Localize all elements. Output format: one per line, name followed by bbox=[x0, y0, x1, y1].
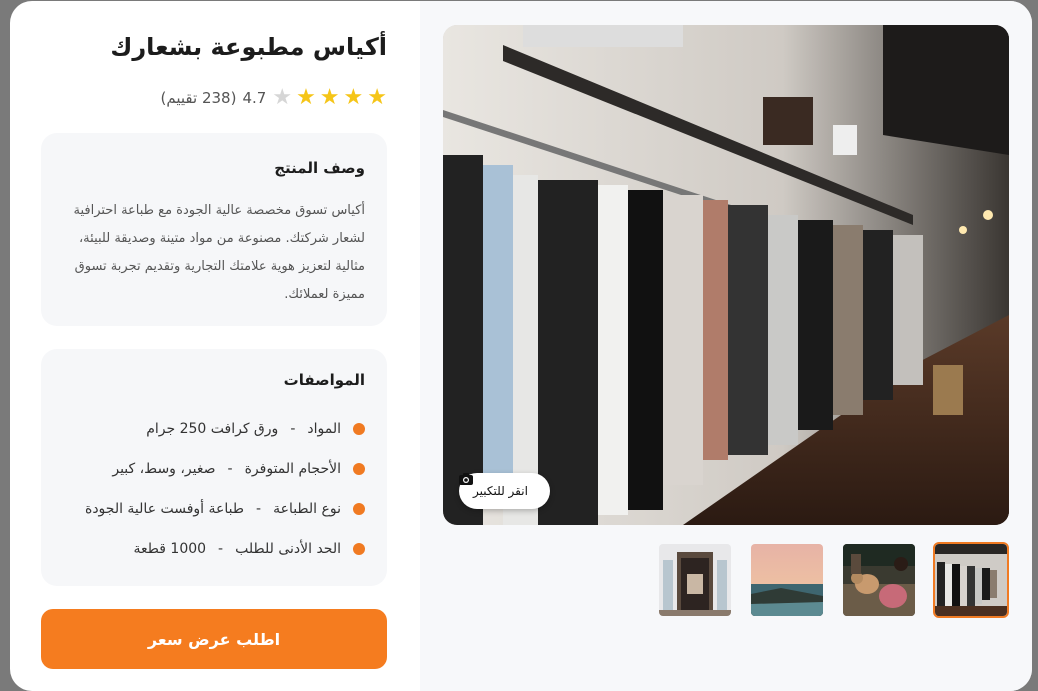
zoom-button[interactable]: انقر للتكبير bbox=[459, 473, 550, 509]
rating-value: 4.7 bbox=[242, 89, 267, 107]
star-icon: ★ bbox=[319, 85, 340, 110]
thumbnail-people-with-dog[interactable] bbox=[841, 542, 917, 618]
description-text: أكياس تسوق مخصصة عالية الجودة مع طباعة ا… bbox=[73, 203, 365, 302]
product-gallery: انقر للتكبير bbox=[420, 1, 1032, 691]
thumbnail-sunset-coast[interactable] bbox=[749, 542, 825, 618]
bullet-dot-icon bbox=[353, 543, 365, 555]
thumbnail-clothing-rack[interactable] bbox=[933, 542, 1009, 618]
star-empty-icon: ★ bbox=[272, 85, 293, 110]
spec-item: الحد الأدنى للطلب - 1000 قطعة bbox=[63, 529, 365, 569]
spec-item: المواد - ورق كرافت 250 جرام bbox=[63, 409, 365, 449]
product-title: أكياس مطبوعة بشعارك bbox=[110, 33, 387, 61]
spec-label: نوع الطباعة bbox=[273, 501, 341, 517]
description-card: وصف المنتج أكياس تسوق مخصصة عالية الجودة… bbox=[41, 133, 387, 326]
specs-heading: المواصفات bbox=[283, 371, 365, 389]
bullet-dot-icon bbox=[353, 503, 365, 515]
star-icon: ★ bbox=[343, 85, 364, 110]
bullet-dot-icon bbox=[353, 463, 365, 475]
spec-value: ورق كرافت 250 جرام bbox=[146, 421, 279, 437]
rating-stars: ★ ★ ★ ★ ★ bbox=[272, 87, 387, 109]
spec-value: طباعة أوفست عالية الجودة bbox=[84, 501, 245, 517]
product-rating: ★ ★ ★ ★ ★ 4.7 (238 تقييم) bbox=[161, 87, 387, 109]
description-heading: وصف المنتج bbox=[274, 159, 365, 177]
spec-label: الأحجام المتوفرة bbox=[244, 461, 341, 477]
spec-separator: - bbox=[290, 421, 296, 437]
spec-value: صغير، وسط، كبير bbox=[112, 461, 216, 477]
product-modal: انقر للتكبير أكياس مطبوعة بشعارك ★ ★ ★ ★… bbox=[10, 1, 1032, 691]
bullet-dot-icon bbox=[353, 423, 365, 435]
spec-label: الحد الأدنى للطلب bbox=[235, 541, 341, 557]
main-product-image[interactable]: انقر للتكبير bbox=[443, 25, 1009, 525]
thumbnail-strip bbox=[655, 542, 1009, 620]
spec-separator: - bbox=[256, 501, 262, 517]
spec-item: نوع الطباعة - طباعة أوفست عالية الجودة bbox=[63, 489, 365, 529]
rating-count: (238 تقييم) bbox=[160, 89, 237, 107]
request-quote-button[interactable]: اطلب عرض سعر bbox=[41, 609, 387, 669]
star-icon: ★ bbox=[296, 85, 316, 110]
spec-label: المواد bbox=[307, 421, 341, 437]
specs-card: المواصفات المواد - ورق كرافت 250 جرام ال… bbox=[41, 349, 387, 586]
zoom-label: انقر للتكبير bbox=[473, 484, 528, 498]
spec-list: المواد - ورق كرافت 250 جرام الأحجام المت… bbox=[63, 409, 365, 569]
product-info: أكياس مطبوعة بشعارك ★ ★ ★ ★ ★ 4.7 (238 ت… bbox=[41, 1, 387, 691]
spec-separator: - bbox=[227, 461, 233, 477]
spec-separator: - bbox=[218, 541, 224, 557]
thumbnail-doorway-interior[interactable] bbox=[657, 542, 733, 618]
spec-item: الأحجام المتوفرة - صغير، وسط، كبير bbox=[63, 449, 365, 489]
star-icon: ★ bbox=[367, 85, 387, 110]
spec-value: 1000 قطعة bbox=[133, 541, 207, 557]
